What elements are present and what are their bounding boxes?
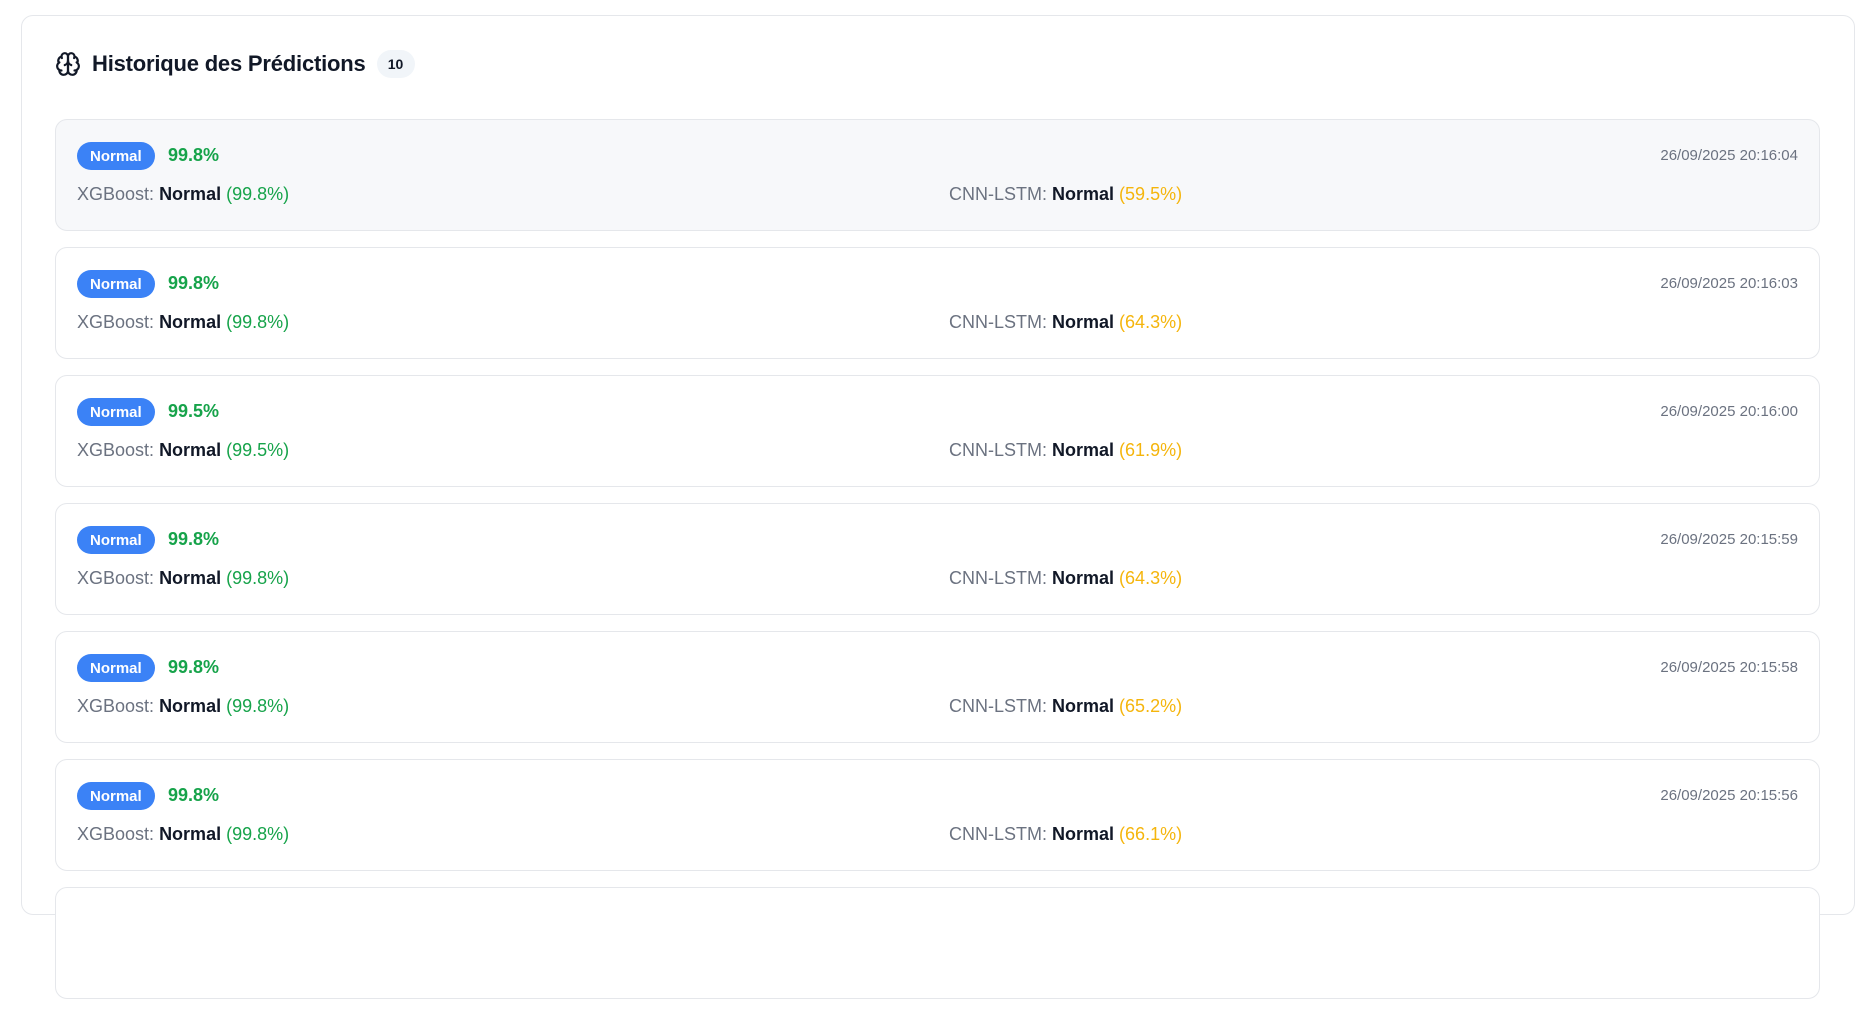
cnn-lstm-result: CNN-LSTM: Normal (64.3%)	[949, 568, 1182, 589]
confidence-value: 99.8%	[168, 273, 220, 293]
model-prediction: Normal	[1052, 440, 1115, 460]
cnn-lstm-result: CNN-LSTM: Normal (66.1%)	[949, 824, 1182, 845]
status-badge: Normal	[77, 398, 155, 426]
model-name: CNN-LSTM:	[949, 824, 1047, 844]
confidence-value: 99.8%	[168, 785, 220, 805]
status-badge: Normal	[77, 270, 155, 298]
model-name: XGBoost:	[77, 184, 155, 204]
model-name: CNN-LSTM:	[949, 440, 1047, 460]
count-badge: 10	[376, 50, 415, 78]
model-name: XGBoost:	[77, 696, 155, 716]
model-confidence: (61.9%)	[1119, 440, 1183, 460]
status-badge: Normal	[77, 142, 155, 170]
model-prediction: Normal	[159, 184, 222, 204]
xgboost-result: XGBoost: Normal (99.8%)	[77, 696, 289, 717]
model-confidence: (59.5%)	[1119, 184, 1183, 204]
model-name: CNN-LSTM:	[949, 696, 1047, 716]
model-confidence: (64.3%)	[1119, 568, 1183, 588]
model-name: XGBoost:	[77, 824, 155, 844]
model-confidence: (64.3%)	[1119, 312, 1183, 332]
xgboost-result: XGBoost: Normal (99.8%)	[77, 824, 289, 845]
model-prediction: Normal	[159, 312, 222, 332]
model-confidence: (99.8%)	[226, 824, 290, 844]
timestamp: 26/09/2025 20:15:58	[1660, 659, 1798, 676]
page-title: Historique des Prédictions	[92, 51, 366, 76]
status-badge: Normal	[77, 782, 155, 810]
cnn-lstm-result: CNN-LSTM: Normal (61.9%)	[949, 440, 1182, 461]
confidence-value: 99.5%	[168, 401, 220, 421]
xgboost-result: XGBoost: Normal (99.8%)	[77, 312, 289, 333]
model-confidence: (99.8%)	[226, 312, 290, 332]
model-prediction: Normal	[1052, 312, 1115, 332]
prediction-list: Normal 99.8% 26/09/2025 20:16:04 XGBoost…	[55, 119, 1820, 1015]
model-confidence: (99.8%)	[226, 184, 290, 204]
model-name: CNN-LSTM:	[949, 184, 1047, 204]
model-name: CNN-LSTM:	[949, 568, 1047, 588]
confidence-value: 99.8%	[168, 145, 220, 165]
model-name: XGBoost:	[77, 440, 155, 460]
model-confidence: (99.8%)	[226, 696, 290, 716]
model-confidence: (66.1%)	[1119, 824, 1183, 844]
model-prediction: Normal	[1052, 696, 1115, 716]
model-prediction: Normal	[1052, 184, 1115, 204]
xgboost-result: XGBoost: Normal (99.8%)	[77, 568, 289, 589]
prediction-item[interactable]: Normal 99.8% 26/09/2025 20:15:58 XGBoost…	[55, 631, 1820, 743]
model-prediction: Normal	[1052, 568, 1115, 588]
prediction-item[interactable]: Normal 99.5% 26/09/2025 20:16:00 XGBoost…	[55, 375, 1820, 487]
cnn-lstm-result: CNN-LSTM: Normal (64.3%)	[949, 312, 1182, 333]
timestamp: 26/09/2025 20:16:03	[1660, 275, 1798, 292]
timestamp: 26/09/2025 20:16:00	[1660, 403, 1798, 420]
brain-icon	[55, 51, 81, 77]
status-badge: Normal	[77, 654, 155, 682]
model-prediction: Normal	[1052, 824, 1115, 844]
model-confidence: (99.8%)	[226, 568, 290, 588]
model-name: XGBoost:	[77, 568, 155, 588]
confidence-value: 99.8%	[168, 657, 220, 677]
model-confidence: (65.2%)	[1119, 696, 1183, 716]
model-confidence: (99.5%)	[226, 440, 290, 460]
cnn-lstm-result: CNN-LSTM: Normal (65.2%)	[949, 696, 1182, 717]
timestamp: 26/09/2025 20:16:04	[1660, 147, 1798, 164]
model-name: XGBoost:	[77, 312, 155, 332]
status-badge: Normal	[77, 526, 155, 554]
prediction-item[interactable]: Normal 99.8% 26/09/2025 20:16:04 XGBoost…	[55, 119, 1820, 231]
model-prediction: Normal	[159, 696, 222, 716]
prediction-history-card: Historique des Prédictions 10 Normal 99.…	[21, 15, 1855, 999]
timestamp: 26/09/2025 20:15:59	[1660, 531, 1798, 548]
confidence-value: 99.8%	[168, 529, 220, 549]
prediction-item[interactable]: Normal 99.8% 26/09/2025 20:15:59 XGBoost…	[55, 503, 1820, 615]
card-header: Historique des Prédictions 10	[55, 49, 415, 79]
model-name: CNN-LSTM:	[949, 312, 1047, 332]
prediction-item[interactable]: Normal 99.8% 26/09/2025 20:15:56 XGBoost…	[55, 759, 1820, 871]
prediction-item-partial[interactable]	[55, 887, 1820, 999]
model-prediction: Normal	[159, 440, 222, 460]
timestamp: 26/09/2025 20:15:56	[1660, 787, 1798, 804]
model-prediction: Normal	[159, 824, 222, 844]
xgboost-result: XGBoost: Normal (99.8%)	[77, 184, 289, 205]
prediction-item[interactable]: Normal 99.8% 26/09/2025 20:16:03 XGBoost…	[55, 247, 1820, 359]
xgboost-result: XGBoost: Normal (99.5%)	[77, 440, 289, 461]
model-prediction: Normal	[159, 568, 222, 588]
cnn-lstm-result: CNN-LSTM: Normal (59.5%)	[949, 184, 1182, 205]
